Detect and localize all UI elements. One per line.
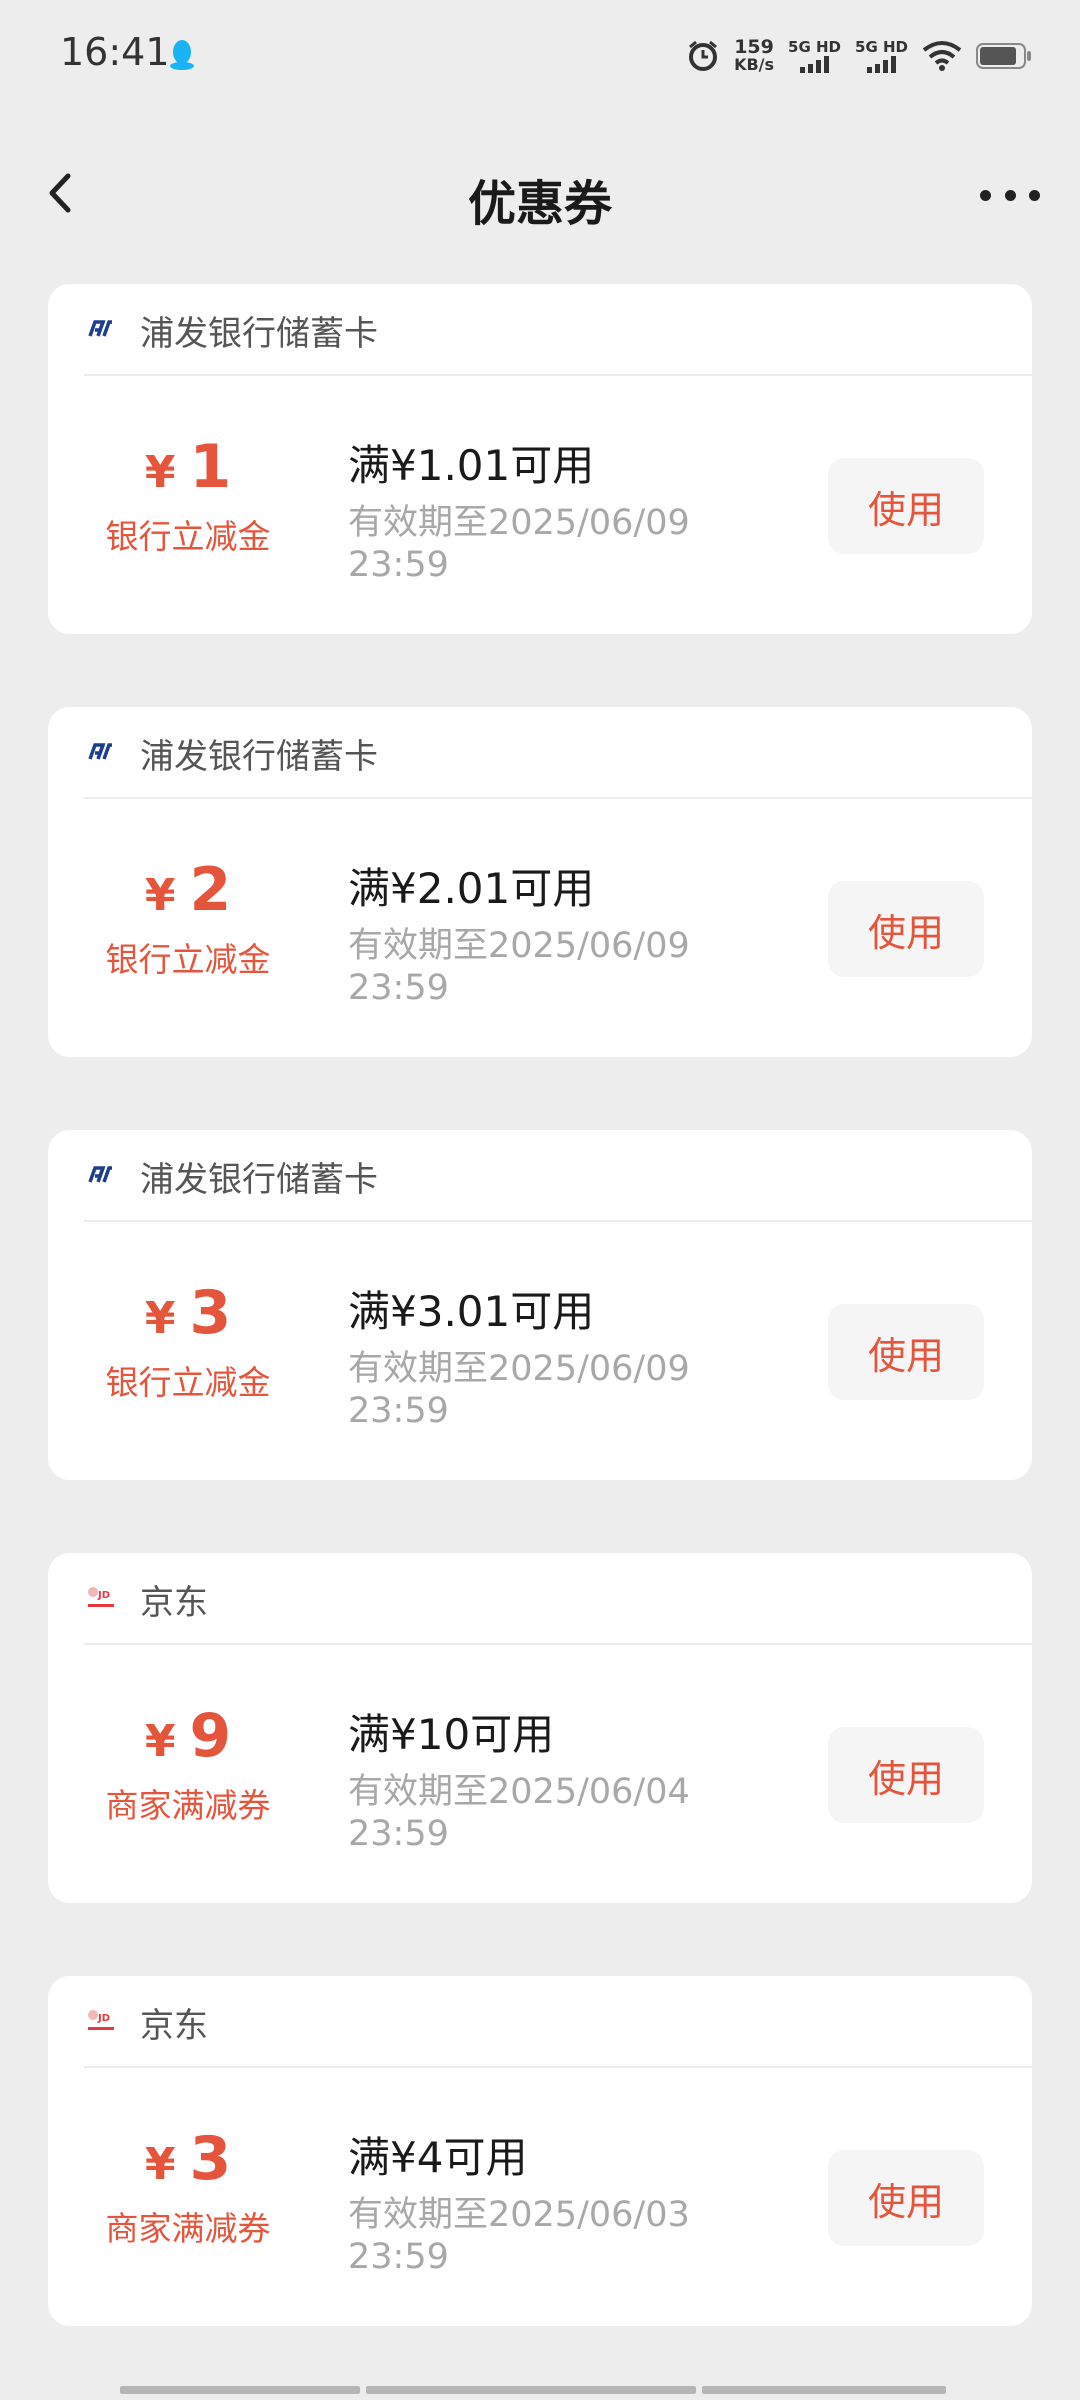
use-button[interactable]: 使用: [828, 1727, 984, 1823]
wifi-icon: [922, 41, 962, 71]
use-button[interactable]: 使用: [828, 1304, 984, 1400]
battery-icon: [976, 43, 1031, 69]
use-button[interactable]: 使用: [828, 881, 984, 977]
amount-value: 9: [189, 1701, 232, 1771]
coupon-card-1[interactable]: 浦发银行储蓄卡 ¥1 银行立减金 满¥1.01可用 有效期至2025/06/09…: [48, 284, 1032, 634]
coupon-validity: 有效期至2025/06/03 23:59: [348, 2195, 690, 2277]
coupon-card-4[interactable]: JD 京东 ¥9 商家满减券 满¥10可用 有效期至2025/06/04 23:…: [48, 1553, 1032, 1903]
coupon-amount-block: ¥2 银行立减金: [48, 857, 328, 981]
coupon-amount-block: ¥9 商家满减券: [48, 1703, 328, 1827]
status-bar: 16:41 159 KB/s 5G HD 5G HD: [0, 0, 1080, 112]
amount-value: 1: [189, 432, 232, 502]
signal-bars-icon: [800, 55, 830, 73]
coupon-card-header: 浦发银行储蓄卡: [84, 707, 1032, 799]
jd-logo-icon: JD: [84, 2004, 118, 2038]
coupon-validity: 有效期至2025/06/09 23:59: [348, 1349, 690, 1431]
signal-sim1: 5G HD: [788, 39, 841, 73]
signal-sim2: 5G HD: [855, 39, 908, 73]
coupon-amount: ¥9: [48, 1703, 328, 1775]
qq-notification-icon: [170, 40, 194, 70]
coupon-card-header: 浦发银行储蓄卡: [84, 284, 1032, 376]
nav-header: 优惠券: [0, 140, 1080, 250]
coupon-card-3[interactable]: 浦发银行储蓄卡 ¥3 银行立减金 满¥3.01可用 有效期至2025/06/09…: [48, 1130, 1032, 1480]
status-time: 16:41: [60, 30, 170, 74]
svg-text:JD: JD: [97, 2013, 110, 2024]
coupon-validity: 有效期至2025/06/09 23:59: [348, 503, 690, 585]
coupon-amount-block: ¥3 银行立减金: [48, 1280, 328, 1404]
page-title: 优惠券: [467, 176, 612, 232]
currency-symbol: ¥: [144, 2139, 176, 2190]
coupon-validity: 有效期至2025/06/04 23:59: [348, 1772, 690, 1854]
spdb-logo-icon: [84, 735, 118, 769]
spdb-logo-icon: [84, 1158, 118, 1192]
more-icon[interactable]: [980, 180, 1040, 210]
coupon-type: 商家满减券: [105, 2209, 271, 2248]
currency-symbol: ¥: [144, 447, 176, 498]
currency-symbol: ¥: [144, 1716, 176, 1767]
svg-text:JD: JD: [97, 1590, 110, 1601]
use-button[interactable]: 使用: [828, 2150, 984, 2246]
coupon-amount: ¥1: [48, 434, 328, 506]
coupon-condition: 满¥4可用: [348, 2133, 528, 2182]
coupon-amount: ¥3: [48, 2126, 328, 2198]
merchant-name: 京东: [140, 2006, 208, 2046]
currency-symbol: ¥: [144, 870, 176, 921]
network-speed: 159 KB/s: [734, 36, 775, 74]
coupon-condition: 满¥2.01可用: [348, 864, 595, 913]
coupon-amount: ¥3: [48, 1280, 328, 1352]
signal-bars-icon: [867, 55, 896, 73]
coupon-card-header: JD 京东: [84, 1976, 1032, 2068]
merchant-name: 浦发银行储蓄卡: [140, 1160, 378, 1200]
currency-symbol: ¥: [144, 1293, 176, 1344]
coupon-card-5[interactable]: JD 京东 ¥3 商家满减券 满¥4可用 有效期至2025/06/03 23:5…: [48, 1976, 1032, 2326]
use-button[interactable]: 使用: [828, 458, 984, 554]
amount-value: 2: [189, 855, 232, 925]
coupon-card-header: 浦发银行储蓄卡: [84, 1130, 1032, 1222]
coupon-condition: 满¥10可用: [348, 1710, 555, 1759]
gesture-nav-bar: [120, 2386, 960, 2394]
coupon-list: 浦发银行储蓄卡 ¥1 银行立减金 满¥1.01可用 有效期至2025/06/09…: [48, 284, 1032, 2399]
coupon-type: 银行立减金: [105, 940, 271, 979]
coupon-card-header: JD 京东: [84, 1553, 1032, 1645]
spdb-logo-icon: [84, 312, 118, 346]
coupon-condition: 满¥1.01可用: [348, 441, 595, 490]
coupon-type: 银行立减金: [105, 517, 271, 556]
merchant-name: 浦发银行储蓄卡: [140, 737, 378, 777]
coupon-amount: ¥2: [48, 857, 328, 929]
coupon-type: 商家满减券: [105, 1786, 271, 1825]
alarm-icon: [689, 40, 718, 71]
coupon-condition: 满¥3.01可用: [348, 1287, 595, 1336]
coupon-type: 银行立减金: [105, 1363, 271, 1402]
coupon-amount-block: ¥3 商家满减券: [48, 2126, 328, 2250]
merchant-name: 京东: [140, 1583, 208, 1623]
coupon-amount-block: ¥1 银行立减金: [48, 434, 328, 558]
amount-value: 3: [189, 1278, 232, 1348]
amount-value: 3: [189, 2124, 232, 2194]
coupon-card-2[interactable]: 浦发银行储蓄卡 ¥2 银行立减金 满¥2.01可用 有效期至2025/06/09…: [48, 707, 1032, 1057]
jd-logo-icon: JD: [84, 1581, 118, 1615]
coupon-validity: 有效期至2025/06/09 23:59: [348, 926, 690, 1008]
merchant-name: 浦发银行储蓄卡: [140, 314, 378, 354]
